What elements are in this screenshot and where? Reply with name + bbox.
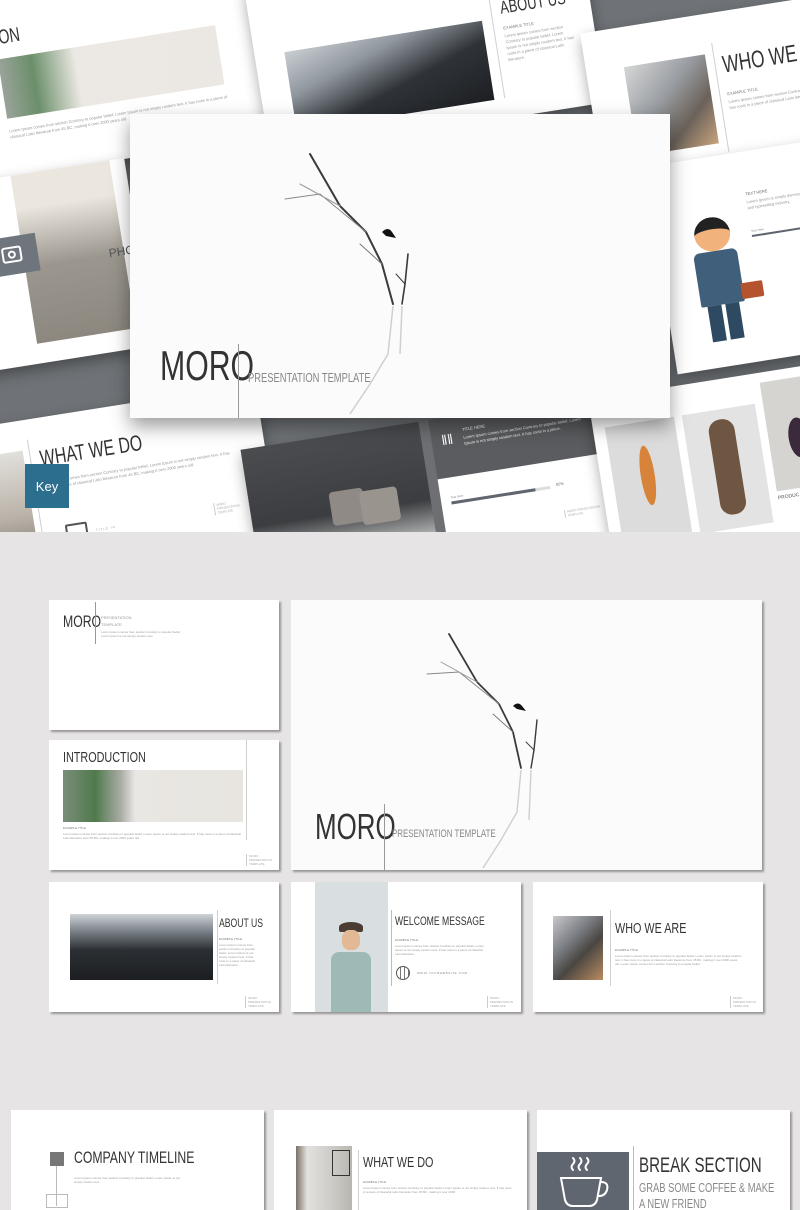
slide-cover-large[interactable]: MORO PRESENTATION TEMPLATE: [291, 600, 762, 870]
slide-body: Lorem Ipsum comes from section Contrary …: [363, 1186, 512, 1194]
slide-body: Lorem Ipsum comes from section Contrary …: [63, 832, 241, 840]
slide-footer: MORO PRESENTATION TEMPLATE: [487, 996, 515, 1008]
laptop-image: [240, 421, 439, 532]
slide-example: EXAMPLE TITLE: [219, 937, 243, 941]
timeline-node: [46, 1194, 68, 1208]
slide-footer: MORO PRESENTATION TEMPLATE: [563, 503, 605, 518]
progress-label: Text Here: [750, 227, 765, 234]
coffee-box: [537, 1152, 629, 1210]
cover-subtitle: PRESENTATION TEMPLATE: [392, 828, 496, 840]
key-badge-label: Key: [35, 478, 59, 494]
jar-right: [358, 485, 402, 526]
slide-body: Lorem Ipsum comes from section Contrary …: [395, 944, 485, 956]
icon-label: TITLE IN: [95, 524, 116, 532]
slide-who[interactable]: WHO WE ARE EXAMPLE TITLE Lorem Ipsum com…: [533, 882, 763, 1012]
hero-collage: ION Lorem Ipsum comes from section Contr…: [0, 0, 800, 532]
slide-title: ION: [0, 23, 22, 50]
woman-hat-image: [315, 882, 388, 1012]
tools-icon: ‖‖: [440, 430, 455, 449]
slide-break[interactable]: BREAK SECTION GRAB SOME COFFEE & MAKE A …: [537, 1110, 790, 1210]
slide-body: Lorem Ipsum comes from section Contrary …: [74, 1176, 181, 1184]
slide-footer: MORO PRESENTATION TEMPLATE: [246, 854, 274, 866]
slide-welcome[interactable]: WELCOME MESSAGE EXAMPLE TITLE Lorem Ipsu…: [291, 882, 521, 1012]
slide-subtitle-1: PRESENTATION: [101, 615, 132, 620]
slide-title: INTRODUCTION: [63, 749, 146, 766]
slide-title: ABOUT US: [219, 916, 264, 930]
cover-subtitle: PRESENTATION TEMPLATE: [248, 370, 371, 385]
product-bread-image: [604, 416, 693, 532]
timeline-marker: [50, 1152, 64, 1166]
progress-value: 85%: [555, 480, 565, 487]
slide-label: PRODUC: [777, 491, 800, 502]
slide-title: WELCOME MESSAGE: [395, 914, 485, 928]
slide-body: Lorem Ipsum comes from section Contrary …: [462, 416, 581, 446]
slide-footer: MORO PRESENTATION TEMPLATE: [213, 498, 249, 516]
slide-body: Lorem Ipsum comes from section Contrary …: [101, 630, 181, 638]
slide-title: WHAT WE DO: [363, 1154, 434, 1171]
office-image: [296, 1146, 352, 1210]
bird-icon: [382, 229, 396, 238]
slide-footer: MORO PRESENTATION TEMPLATE: [245, 996, 273, 1008]
newspaper-icon: [64, 521, 91, 532]
slide-label: TEXT HERE: [744, 188, 768, 197]
slide-example: EXAMPLE TITLE: [615, 948, 639, 952]
slide-cover-small[interactable]: MORO PRESENTATION TEMPLATE Lorem Ipsum c…: [49, 600, 279, 730]
coffee-cup-icon: [559, 1157, 609, 1207]
slide-subtitle-2: A NEW FRIEND: [639, 1196, 707, 1210]
slide-title: COMPANY TIMELINE: [74, 1148, 195, 1167]
progress-fill: [451, 488, 536, 505]
meeting-image: [553, 916, 603, 980]
slide-example: EXAMPLE TITLE: [63, 826, 87, 830]
slide-subtitle-1: GRAB SOME COFFEE & MAKE: [639, 1180, 775, 1195]
slide-what[interactable]: WHAT WE DO EXAMPLE TITLE Lorem Ipsum com…: [274, 1110, 527, 1210]
slide-timeline[interactable]: COMPANY TIMELINE Lorem Ipsum comes from …: [11, 1110, 264, 1210]
slide-title: ABOUT US: [498, 0, 567, 18]
businessman-illustration: [674, 212, 765, 351]
cover-title: MORO: [160, 342, 255, 389]
hero-main-slide: MORO PRESENTATION TEMPLATE: [130, 114, 670, 418]
slide-title: WHO WE ARE: [615, 920, 687, 937]
progress-label: Text Here: [450, 493, 464, 500]
slide-footer: MORO PRESENTATION TEMPLATE: [730, 996, 758, 1008]
slide-subtitle-2: TEMPLATE: [101, 622, 122, 627]
slide-body: Lorem Ipsum comes from section Contrary …: [615, 954, 742, 966]
slide-label: TITLE HERE: [461, 423, 486, 432]
globe-icon: [396, 966, 410, 980]
slide-about[interactable]: ABOUT US EXAMPLE TITLE Lorem Ipsum comes…: [49, 882, 279, 1012]
slide-body: Lorem Ipsum comes from section Contrary …: [219, 943, 256, 967]
slide-title: WHO WE ARE: [720, 34, 800, 79]
slide-body: Lorem Ipsum comes from section Contrary …: [728, 82, 800, 111]
bird-icon: [513, 703, 526, 711]
progress-track: [451, 485, 551, 505]
slide-example: EXAMPLE TITLE: [395, 938, 419, 942]
slide-title: BREAK SECTION: [639, 1154, 762, 1177]
succulent-image: [63, 770, 243, 822]
website-link[interactable]: WWW.YOURWEBSITE.COM: [417, 971, 468, 975]
product-loaf-image: [681, 403, 774, 532]
building-image: [70, 914, 213, 980]
slide-introduction[interactable]: INTRODUCTION EXAMPLE TITLE Lorem Ipsum c…: [49, 740, 279, 870]
slide-example: EXAMPLE TITLE: [363, 1180, 387, 1184]
key-badge: Key: [25, 464, 69, 508]
